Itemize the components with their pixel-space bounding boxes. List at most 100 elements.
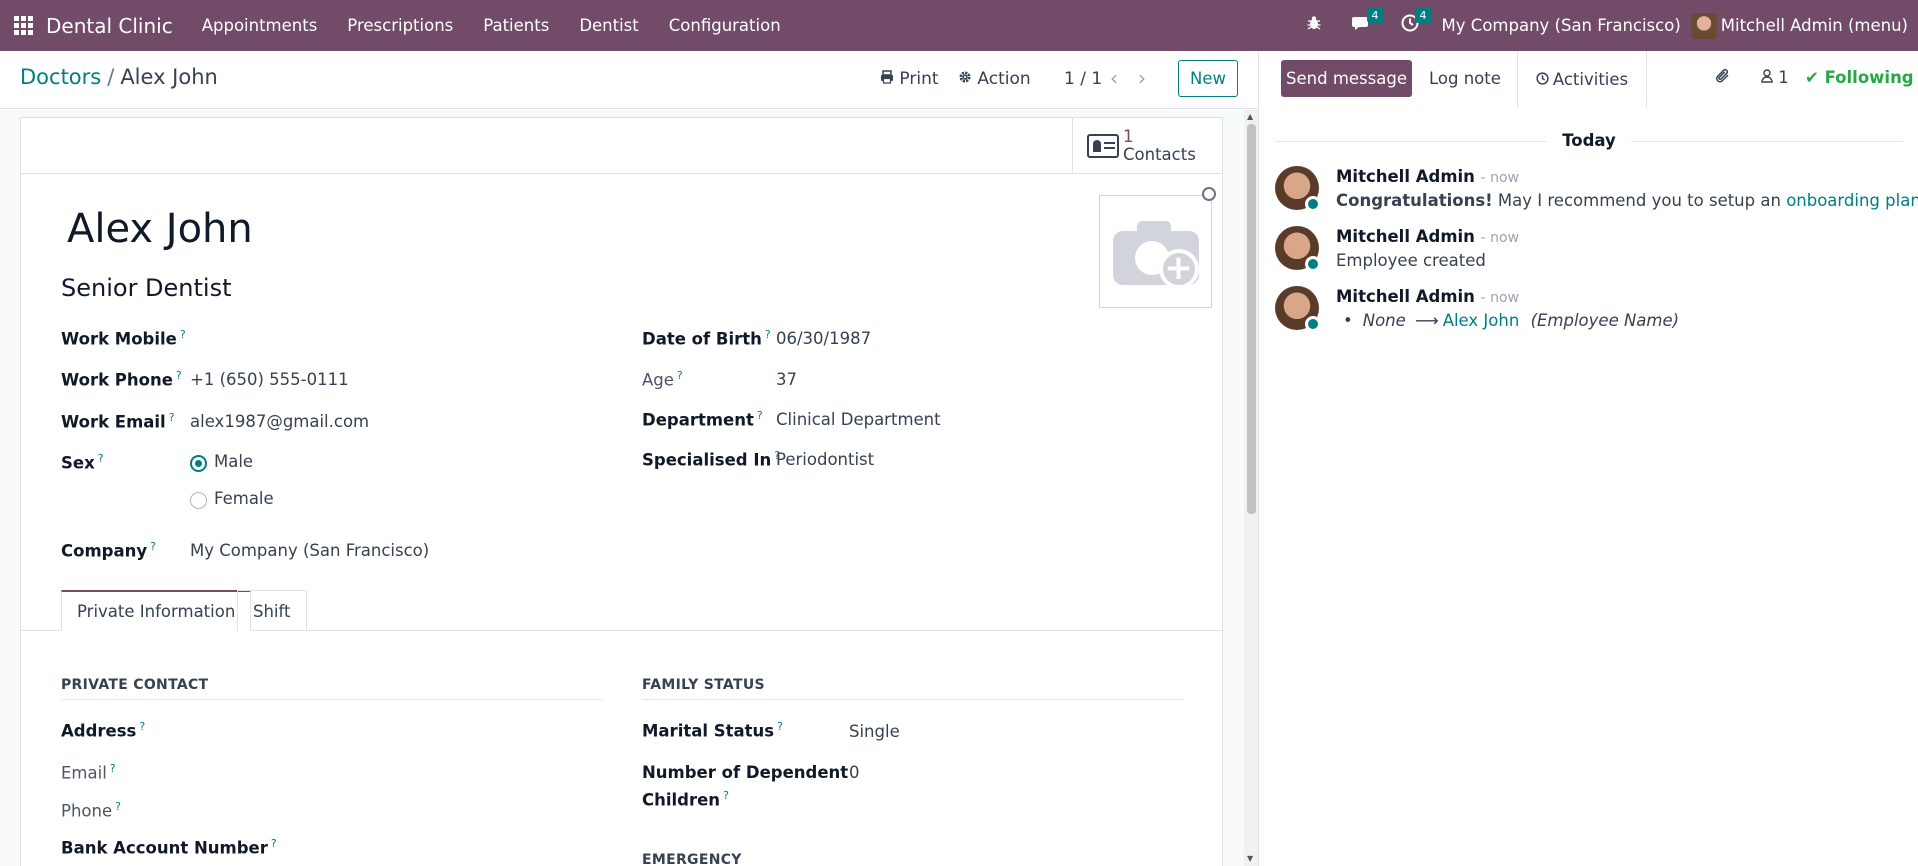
message-body: Employee created <box>1336 251 1486 270</box>
work-mobile-field[interactable] <box>190 328 590 350</box>
help-icon[interactable]: ? <box>777 720 783 733</box>
help-icon[interactable]: ? <box>176 369 182 382</box>
specialised-label: Specialised In? <box>642 449 781 470</box>
work-phone-field[interactable]: +1 (650) 555-0111 <box>190 370 349 389</box>
marital-status-field[interactable]: Single <box>849 722 900 741</box>
help-icon[interactable]: ? <box>169 411 175 424</box>
help-icon[interactable]: ? <box>139 720 145 733</box>
control-panel: Doctors / Alex John Print Action 1 / 1 ‹ ›… <box>0 51 1258 109</box>
following-button[interactable]: ✔ Following <box>1805 68 1914 87</box>
message-author[interactable]: Mitchell Admin - now <box>1336 227 1519 246</box>
app-brand[interactable]: Dental Clinic <box>46 14 173 38</box>
sex-female-radio[interactable] <box>190 492 207 509</box>
pager-next-icon[interactable]: › <box>1138 66 1146 90</box>
help-icon[interactable]: ? <box>765 328 771 341</box>
paperclip-icon[interactable] <box>1715 67 1731 90</box>
scroll-down-icon[interactable]: ▼ <box>1247 854 1253 863</box>
department-field[interactable]: Clinical Department <box>776 410 941 429</box>
help-icon[interactable]: ? <box>757 409 763 422</box>
online-status-icon <box>1305 256 1321 272</box>
scroll-thumb[interactable] <box>1247 124 1256 514</box>
employee-photo-upload[interactable]: + <box>1099 195 1212 308</box>
dob-field[interactable]: 06/30/1987 <box>776 329 871 348</box>
sex-male-radio[interactable] <box>190 455 207 472</box>
print-button[interactable]: Print <box>880 69 939 89</box>
sex-label: Sex? <box>61 452 104 473</box>
new-button[interactable]: New <box>1178 60 1238 97</box>
help-icon[interactable]: ? <box>98 452 104 465</box>
sex-male-label[interactable]: Male <box>214 452 253 471</box>
sex-female-label[interactable]: Female <box>214 489 274 508</box>
help-icon[interactable]: ? <box>110 762 116 775</box>
onboarding-plan-link[interactable]: onboarding plan? <box>1786 191 1918 210</box>
work-phone-label: Work Phone? <box>61 369 182 390</box>
activities-label: Activities <box>1552 70 1629 89</box>
print-icon <box>880 69 899 89</box>
employee-name[interactable]: Alex John <box>67 206 253 252</box>
help-icon[interactable]: ? <box>271 837 277 850</box>
menu-prescriptions[interactable]: Prescriptions <box>332 16 468 35</box>
pager-value[interactable]: 1 / 1 <box>1064 69 1102 89</box>
section-divider <box>61 699 603 700</box>
private-contact-heading: PRIVATE CONTACT <box>61 677 209 693</box>
activities-button[interactable]: Activities <box>1517 51 1647 108</box>
menu-patients[interactable]: Patients <box>468 16 564 35</box>
followers-count: 1 <box>1778 68 1789 87</box>
help-icon[interactable]: ? <box>115 800 121 813</box>
send-message-button[interactable]: Send message <box>1281 60 1412 97</box>
action-button[interactable]: Action <box>958 69 1031 89</box>
check-icon: ✔ <box>1805 68 1819 87</box>
tab-shift[interactable]: Shift <box>237 590 307 631</box>
help-icon[interactable]: ? <box>150 540 156 553</box>
company-label: Company? <box>61 540 156 561</box>
help-icon[interactable]: ? <box>723 789 729 802</box>
user-avatar <box>1690 12 1717 39</box>
followers-button[interactable]: 1 <box>1761 68 1789 87</box>
age-field: 37 <box>776 370 797 389</box>
user-icon <box>1761 68 1778 87</box>
help-icon[interactable]: ? <box>677 369 683 382</box>
menu-configuration[interactable]: Configuration <box>654 16 796 35</box>
dependent-children-field[interactable]: 0 <box>849 763 860 782</box>
menu-dentist[interactable]: Dentist <box>564 16 653 35</box>
print-label: Print <box>899 69 939 89</box>
messages-icon[interactable]: 4 <box>1351 8 1384 37</box>
scroll-up-icon[interactable]: ▲ <box>1247 112 1253 121</box>
specialised-field[interactable]: Periodontist <box>776 450 874 469</box>
form-sheet: 1 Contacts + Alex John Senior Dentist Wo… <box>20 117 1223 866</box>
dob-label: Date of Birth? <box>642 328 771 349</box>
breadcrumb-separator: / <box>107 65 115 89</box>
debug-bug-icon[interactable] <box>1303 15 1325 36</box>
tab-private-information[interactable]: Private Information <box>61 590 252 631</box>
contacts-smart-button[interactable]: 1 Contacts <box>1072 118 1222 174</box>
top-navbar: Dental Clinic Appointments Prescriptions… <box>0 0 1918 51</box>
messages-badge: 4 <box>1366 8 1384 23</box>
chatter-topbar: Send message Log note Activities 1 ✔ Fol… <box>1259 51 1918 108</box>
message-author[interactable]: Mitchell Admin - now <box>1336 167 1519 186</box>
work-email-field[interactable]: alex1987@gmail.com <box>190 412 369 431</box>
company-field[interactable]: My Company (San Francisco) <box>190 541 429 560</box>
presence-status-icon <box>1202 187 1216 201</box>
work-mobile-label: Work Mobile? <box>61 328 186 349</box>
user-menu-label: Mitchell Admin (menu) <box>1720 16 1908 35</box>
pager-previous-icon[interactable]: ‹ <box>1110 66 1118 90</box>
work-email-label: Work Email? <box>61 411 175 432</box>
chatter-panel: Send message Log note Activities 1 ✔ Fol… <box>1258 51 1918 866</box>
message-body: Congratulations! May I recommend you to … <box>1336 191 1918 210</box>
form-scrollbar[interactable]: ▲ ▼ <box>1244 110 1258 866</box>
arrow-right-icon: ⟶ <box>1415 311 1439 330</box>
job-title[interactable]: Senior Dentist <box>61 274 232 302</box>
help-icon[interactable]: ? <box>180 328 186 341</box>
online-status-icon <box>1305 316 1321 332</box>
user-menu[interactable]: Mitchell Admin (menu) <box>1690 12 1908 39</box>
menu-appointments[interactable]: Appointments <box>187 16 333 35</box>
breadcrumb-doctors[interactable]: Doctors <box>20 65 101 89</box>
company-switcher[interactable]: My Company (San Francisco) <box>1442 16 1681 35</box>
date-separator: Today <box>1259 131 1918 151</box>
camera-plus-icon: + <box>1112 219 1199 289</box>
log-note-button[interactable]: Log note <box>1429 69 1501 88</box>
new-value: Alex John <box>1442 311 1520 330</box>
activities-clock-icon[interactable]: 4 <box>1399 8 1432 37</box>
message-author[interactable]: Mitchell Admin - now <box>1336 287 1519 306</box>
apps-menu-icon[interactable] <box>0 0 46 51</box>
